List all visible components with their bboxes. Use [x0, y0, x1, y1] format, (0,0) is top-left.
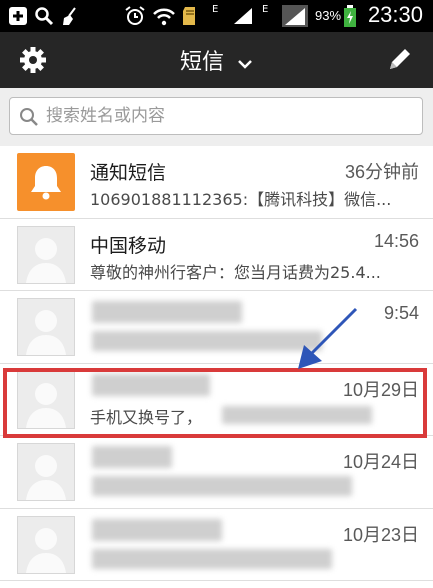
conversation-item-china-mobile[interactable]: 中国移动 14:56 尊敬的神州行客户：您当月话费为25.4...	[0, 218, 433, 291]
conversation-time: 10月23日	[342, 524, 419, 545]
person-icon	[17, 225, 75, 284]
redacted-snippet	[92, 476, 352, 496]
status-time: 23:30	[367, 2, 423, 27]
conversation-type-dropdown[interactable]: 短信	[0, 44, 433, 76]
conversation-time: 10月24日	[342, 452, 419, 472]
redacted-snippet	[92, 331, 322, 351]
battery-icon	[343, 5, 357, 27]
search-icon	[34, 6, 54, 26]
signal-icon	[232, 6, 254, 26]
search-icon	[19, 107, 39, 127]
redacted-name	[92, 373, 210, 396]
conversation-item[interactable]: 10月29日 手机又换号了，	[0, 363, 433, 436]
conversation-item[interactable]: 10月24日	[0, 436, 433, 509]
network-type-label: E	[212, 3, 219, 15]
signal-icon-2	[282, 5, 308, 27]
conversation-time: 10月29日	[342, 379, 419, 400]
conversation-item[interactable]: 9:54	[0, 291, 433, 364]
page-title: 短信	[179, 50, 224, 75]
battery-percentage: 93%	[315, 8, 342, 23]
sd-card-icon	[182, 6, 198, 26]
redacted-snippet	[222, 405, 372, 424]
conversation-list: 通知短信 36分钟前 106901881112365:【腾讯科技】微信... 中…	[0, 146, 433, 581]
chevron-down-icon	[237, 51, 253, 76]
search-input[interactable]	[46, 103, 406, 129]
conversation-snippet: 尊敬的神州行客户：您当月话费为25.4...	[90, 262, 381, 282]
pencil-icon[interactable]	[385, 44, 415, 74]
broom-icon	[60, 6, 80, 26]
conversation-time: 9:54	[383, 303, 419, 323]
conversation-name: 通知短信	[90, 162, 167, 184]
arrow-annotation	[298, 307, 358, 369]
conversation-snippet: 手机又换号了，	[90, 407, 203, 427]
redacted-name	[92, 301, 242, 323]
alarm-icon	[124, 6, 146, 26]
redacted-name	[92, 446, 172, 468]
status-bar: E E 93% 23:30	[0, 0, 433, 32]
person-icon	[17, 370, 75, 429]
search-box[interactable]	[9, 97, 423, 135]
conversation-snippet: 106901881112365:【腾讯科技】微信...	[90, 190, 392, 209]
person-icon	[17, 443, 75, 501]
wifi-icon	[152, 6, 176, 26]
bell-icon	[17, 153, 75, 211]
action-bar: 短信	[0, 32, 433, 89]
conversation-item-notifications[interactable]: 通知短信 36分钟前 106901881112365:【腾讯科技】微信...	[0, 146, 433, 219]
conversation-time: 36分钟前	[344, 162, 419, 182]
redacted-name	[92, 518, 222, 541]
redacted-snippet	[92, 548, 332, 569]
person-icon	[17, 298, 75, 356]
conversation-name: 中国移动	[90, 234, 167, 257]
conversation-item[interactable]: 10月23日	[0, 508, 433, 581]
search-bar	[0, 88, 433, 147]
network-type-label-2: E	[262, 3, 269, 15]
person-icon	[17, 515, 75, 574]
plus-icon	[8, 6, 28, 26]
conversation-time: 14:56	[373, 230, 419, 251]
